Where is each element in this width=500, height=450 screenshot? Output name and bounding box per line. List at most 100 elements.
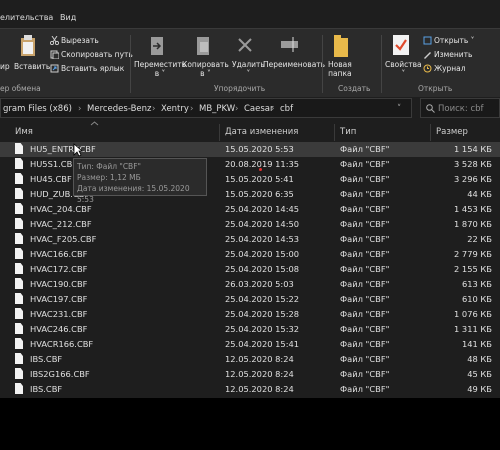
- red-dot-marker: [259, 168, 262, 171]
- ribbon-divider: [381, 35, 382, 93]
- clipboard-icon: [21, 35, 35, 56]
- file-icon: [15, 293, 23, 304]
- file-icon: [15, 188, 23, 199]
- address-bar[interactable]: gram Files (x86) › Mercedes-Benz › Xentr…: [0, 98, 412, 118]
- column-headers: Имя Дата изменения Тип Размер: [0, 121, 500, 141]
- clipboard-group-label: ер обмена: [0, 84, 41, 93]
- file-icon: [15, 368, 23, 379]
- address-row: gram Files (x86) › Mercedes-Benz › Xentr…: [0, 97, 500, 119]
- properties-icon: [393, 35, 409, 55]
- column-type[interactable]: Тип: [340, 127, 356, 137]
- file-icon: [15, 263, 23, 274]
- file-row[interactable]: HVACR166.CBF 25.04.2020 15:41 Файл "CBF" 14…: [0, 337, 500, 352]
- search-placeholder: Поиск: cbf: [438, 104, 484, 114]
- file-icon: [15, 158, 23, 169]
- file-icon: [15, 218, 23, 229]
- history-button[interactable]: Журнал: [434, 64, 466, 73]
- breadcrumb-caesar[interactable]: Caesar: [244, 104, 274, 114]
- file-icon: [15, 353, 23, 364]
- cut-button[interactable]: Вырезать: [61, 36, 99, 45]
- tooltip-date: Дата изменения: 15.05.2020 5:53: [77, 184, 190, 204]
- file-icon: [15, 143, 23, 154]
- rename-button[interactable]: Переименовать: [263, 60, 325, 69]
- breadcrumb-cbf[interactable]: cbf: [280, 104, 293, 114]
- file-icon: [15, 233, 23, 244]
- file-row[interactable]: IBS2G166.CBF 12.05.2020 8:24 Файл "CBF" 45 …: [0, 367, 500, 382]
- edit-button[interactable]: Изменить: [434, 50, 472, 59]
- tooltip-type: Тип: Файл "CBF": [77, 162, 141, 171]
- file-icon: [15, 383, 23, 394]
- ribbon-divider: [322, 35, 323, 93]
- breadcrumb-separator-icon: ›: [235, 104, 239, 114]
- address-dropdown-icon[interactable]: ˅: [397, 104, 401, 114]
- open-group-label: Открыть: [418, 84, 453, 93]
- explorer-window: елительства Вид ир Вставить Вырезать Ско…: [0, 0, 500, 450]
- column-divider[interactable]: [219, 124, 220, 141]
- move-to-button[interactable]: Переместить в ˅: [134, 60, 186, 78]
- copy-path-button[interactable]: Скопировать путь: [61, 50, 133, 59]
- column-date[interactable]: Дата изменения: [225, 127, 298, 137]
- breadcrumb-separator-icon: ›: [271, 104, 275, 114]
- breadcrumb-mercedes-benz[interactable]: Mercedes-Benz: [87, 104, 152, 114]
- delete-icon: [238, 38, 252, 52]
- file-row[interactable]: HVAC197.CBF 25.04.2020 15:22 Файл "CBF" 610…: [0, 292, 500, 307]
- new-folder-icon: [334, 35, 348, 57]
- breadcrumb-mb-pkw[interactable]: MB_PKW: [199, 104, 235, 114]
- move-to-icon: [151, 37, 163, 55]
- delete-button[interactable]: Удалить ˅: [232, 60, 265, 78]
- breadcrumb-separator-icon: ›: [78, 104, 82, 114]
- breadcrumb-separator-icon: ›: [190, 104, 194, 114]
- bottom-black-area: [0, 398, 500, 450]
- file-icon: [15, 203, 23, 214]
- file-icon: [15, 308, 23, 319]
- file-icon: [15, 323, 23, 334]
- paste-shortcut-button[interactable]: Вставить ярлык: [61, 64, 124, 73]
- file-row[interactable]: HVAC_204.CBF 25.04.2020 14:45 Файл "CBF" 1 …: [0, 202, 500, 217]
- organize-group-label: Упорядочить: [214, 84, 266, 93]
- copy-path-icon: [50, 50, 59, 59]
- paste-button[interactable]: Вставить: [14, 62, 50, 71]
- open-icon: [423, 36, 432, 45]
- search-icon: [426, 104, 435, 113]
- file-row[interactable]: HVAC190.CBF 26.03.2020 5:03 Файл "CBF" 613 …: [0, 277, 500, 292]
- search-box[interactable]: Поиск: cbf: [420, 98, 500, 118]
- tooltip-size: Размер: 1,12 МБ: [77, 173, 141, 182]
- rename-icon: [281, 37, 298, 52]
- file-row[interactable]: HVAC_212.CBF 25.04.2020 14:50 Файл "CBF" 1 …: [0, 217, 500, 232]
- scissors-icon: [50, 36, 59, 45]
- column-size[interactable]: Размер: [436, 127, 468, 137]
- file-row[interactable]: IBS.CBF 12.05.2020 8:24 Файл "CBF" 48 КБ: [0, 352, 500, 367]
- ribbon: ир Вставить Вырезать Скопировать путь Вс…: [0, 28, 500, 98]
- file-tooltip: Тип: Файл "CBF" Размер: 1,12 МБ Дата изм…: [73, 158, 207, 204]
- column-divider[interactable]: [430, 124, 431, 141]
- file-row[interactable]: HVAC_F205.CBF 25.04.2020 14:53 Файл "CBF" 2…: [0, 232, 500, 247]
- open-button[interactable]: Открыть ˅: [434, 36, 474, 45]
- file-row[interactable]: HVAC172.CBF 25.04.2020 15:08 Файл "CBF" 2 1…: [0, 262, 500, 277]
- properties-button[interactable]: Свойства ˅: [385, 60, 422, 78]
- copy-to-button[interactable]: Копировать в ˅: [182, 60, 229, 78]
- mouse-cursor-icon: [73, 143, 83, 157]
- file-icon: [15, 278, 23, 289]
- breadcrumb-xentry[interactable]: Xentry: [161, 104, 189, 114]
- copy-to-icon: [197, 37, 209, 55]
- new-folder-button[interactable]: Новая папка: [328, 60, 352, 78]
- file-row[interactable]: IBS.CBF 12.05.2020 8:24 Файл "CBF" 49 КБ: [0, 382, 500, 397]
- file-icon: [15, 173, 23, 184]
- history-icon: [423, 64, 432, 73]
- breadcrumb-separator-icon: ›: [152, 104, 156, 114]
- column-name[interactable]: Имя: [15, 127, 33, 137]
- file-icon: [15, 248, 23, 259]
- file-row[interactable]: HVAC246.CBF 25.04.2020 15:32 Файл "CBF" 1 3…: [0, 322, 500, 337]
- file-row[interactable]: HVAC231.CBF 25.04.2020 15:28 Файл "CBF" 1 0…: [0, 307, 500, 322]
- create-group-label: Создать: [338, 84, 371, 93]
- edit-icon: [424, 52, 431, 59]
- breadcrumb-program-files[interactable]: gram Files (x86): [3, 104, 72, 114]
- paste-shortcut-icon: [50, 64, 59, 73]
- column-divider[interactable]: [334, 124, 335, 141]
- copy-button[interactable]: ир: [0, 62, 10, 71]
- ribbon-divider: [130, 35, 131, 93]
- menu-view[interactable]: Вид: [60, 13, 76, 22]
- menu-bar: елительства Вид: [0, 10, 500, 28]
- menu-share[interactable]: елительства: [0, 13, 53, 22]
- file-row[interactable]: HVAC166.CBF 25.04.2020 15:00 Файл "CBF" 2 7…: [0, 247, 500, 262]
